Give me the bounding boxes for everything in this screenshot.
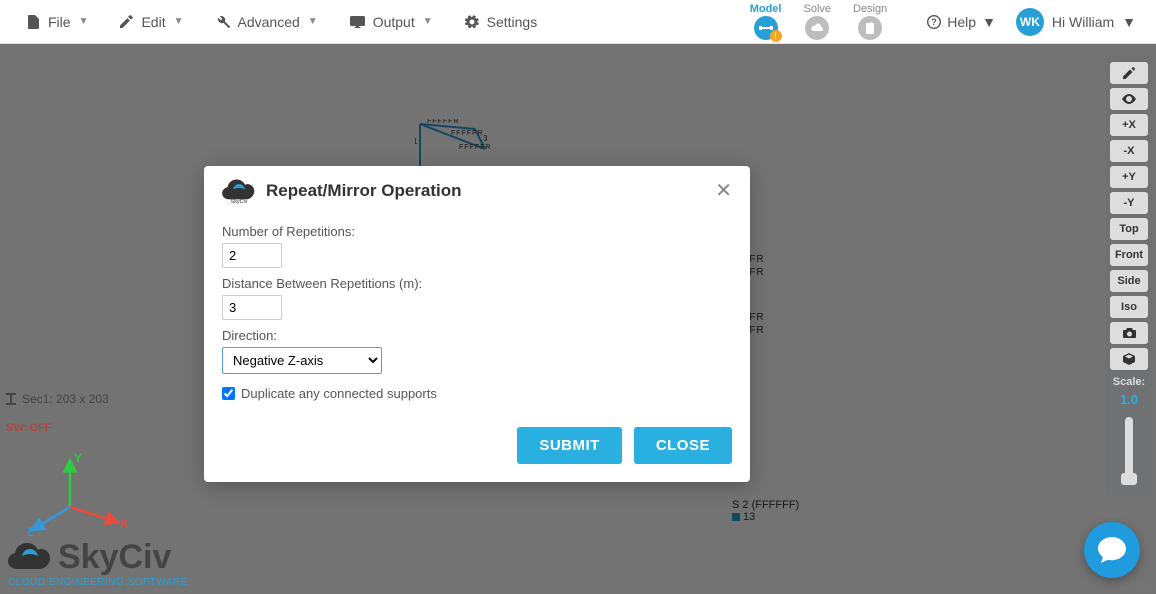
label-repetitions: Number of Repetitions: bbox=[222, 224, 732, 239]
gear-icon bbox=[465, 15, 479, 29]
ibeam-icon bbox=[6, 393, 16, 405]
cloud-icon bbox=[810, 23, 824, 33]
checkbox-duplicate-input[interactable] bbox=[222, 387, 235, 400]
checkbox-duplicate-supports[interactable]: Duplicate any connected supports bbox=[222, 386, 732, 401]
chat-icon bbox=[1098, 537, 1126, 563]
monitor-icon bbox=[350, 16, 365, 28]
tool-cube[interactable] bbox=[1110, 348, 1148, 370]
menu-edit[interactable]: Edit ▼ bbox=[104, 14, 199, 30]
skyciv-logo-icon bbox=[8, 541, 52, 575]
cube-icon bbox=[1123, 353, 1135, 365]
scale-slider[interactable] bbox=[1125, 417, 1133, 485]
checkbox-duplicate-label: Duplicate any connected supports bbox=[241, 386, 437, 401]
logo-tagline: CLOUD ENGINEERING SOFTWARE bbox=[8, 577, 188, 588]
clipboard-icon bbox=[865, 22, 875, 34]
menu-file[interactable]: File ▼ bbox=[12, 14, 104, 30]
close-modal-button[interactable]: CLOSE bbox=[634, 427, 732, 464]
chevron-down-icon: ▼ bbox=[308, 16, 318, 27]
top-menubar: File ▼ Edit ▼ Advanced ▼ Output ▼ Settin… bbox=[0, 0, 1156, 44]
pencil-icon bbox=[120, 15, 133, 28]
user-menu[interactable]: WK Hi William ▼ bbox=[1008, 8, 1144, 36]
help-icon: ? bbox=[927, 15, 941, 29]
submit-button[interactable]: SUBMIT bbox=[517, 427, 622, 464]
wrench-icon bbox=[216, 15, 230, 29]
slider-thumb[interactable] bbox=[1121, 473, 1137, 485]
menu-advanced-label: Advanced bbox=[238, 14, 300, 30]
version-label: v3.0.2 bbox=[1122, 580, 1152, 592]
menu-output[interactable]: Output ▼ bbox=[334, 14, 449, 30]
svg-text:SkyCiv: SkyCiv bbox=[231, 199, 248, 204]
step-solve[interactable]: Solve bbox=[803, 3, 831, 40]
sw-label: SW: OFF bbox=[6, 422, 52, 434]
view-minus-x[interactable]: -X bbox=[1110, 140, 1148, 162]
section-label: Sec1: 203 x 203 bbox=[6, 392, 109, 406]
pencil-icon bbox=[1123, 67, 1135, 79]
label-direction: Direction: bbox=[222, 328, 732, 343]
right-toolbar: +X -X +Y -Y Top Front Side Iso Scale: 1.… bbox=[1106, 56, 1152, 497]
eye-icon bbox=[1122, 94, 1136, 104]
view-plus-y[interactable]: +Y bbox=[1110, 166, 1148, 188]
step-model[interactable]: Model ! bbox=[750, 3, 782, 40]
svg-text:?: ? bbox=[932, 17, 938, 27]
avatar: WK bbox=[1016, 8, 1044, 36]
chevron-down-icon: ▼ bbox=[174, 16, 184, 27]
modal-title: Repeat/Mirror Operation bbox=[266, 181, 462, 201]
close-button[interactable]: ✕ bbox=[715, 181, 732, 201]
menu-help-label: Help bbox=[947, 14, 976, 30]
chevron-down-icon: ▼ bbox=[982, 14, 996, 30]
tool-pencil[interactable] bbox=[1110, 62, 1148, 84]
chat-button[interactable] bbox=[1084, 522, 1140, 578]
menu-advanced[interactable]: Advanced ▼ bbox=[200, 14, 334, 30]
input-distance[interactable] bbox=[222, 295, 282, 320]
view-plus-x[interactable]: +X bbox=[1110, 114, 1148, 136]
view-front[interactable]: Front bbox=[1110, 244, 1148, 266]
step-design[interactable]: Design bbox=[853, 3, 887, 40]
menu-help[interactable]: ? Help ▼ bbox=[915, 14, 1008, 30]
input-repetitions[interactable] bbox=[222, 243, 282, 268]
chevron-down-icon: ▼ bbox=[1122, 14, 1136, 30]
scale-value: 1.0 bbox=[1110, 392, 1148, 407]
file-icon bbox=[28, 15, 40, 29]
svg-text:X: X bbox=[120, 517, 128, 531]
tool-camera[interactable] bbox=[1110, 322, 1148, 344]
menu-file-label: File bbox=[48, 14, 71, 30]
camera-icon bbox=[1123, 328, 1136, 338]
user-greeting: Hi William bbox=[1052, 14, 1114, 30]
menu-edit-label: Edit bbox=[141, 14, 165, 30]
menu-settings[interactable]: Settings bbox=[449, 14, 554, 30]
view-minus-y[interactable]: -Y bbox=[1110, 192, 1148, 214]
skyciv-logo-icon: SkyCiv bbox=[222, 178, 256, 204]
logo: SkyCiv CLOUD ENGINEERING SOFTWARE bbox=[8, 538, 188, 588]
view-top[interactable]: Top bbox=[1110, 218, 1148, 240]
step-design-label: Design bbox=[853, 3, 887, 15]
select-direction[interactable]: Negative Z-axis bbox=[222, 347, 382, 374]
repeat-mirror-modal: SkyCiv Repeat/Mirror Operation ✕ Number … bbox=[204, 166, 750, 482]
view-side[interactable]: Side bbox=[1110, 270, 1148, 292]
tool-eye[interactable] bbox=[1110, 88, 1148, 110]
step-model-label: Model bbox=[750, 3, 782, 15]
view-iso[interactable]: Iso bbox=[1110, 296, 1148, 318]
workflow-steps: Model ! Solve Design bbox=[750, 3, 888, 40]
menu-output-label: Output bbox=[373, 14, 415, 30]
menu-settings-label: Settings bbox=[487, 14, 538, 30]
step-solve-label: Solve bbox=[803, 3, 831, 15]
svg-text:Z: Z bbox=[28, 525, 33, 539]
chevron-down-icon: ▼ bbox=[79, 16, 89, 27]
chevron-down-icon: ▼ bbox=[423, 16, 433, 27]
scale-label: Scale: bbox=[1110, 376, 1148, 388]
svg-text:Y: Y bbox=[74, 452, 82, 465]
label-distance: Distance Between Repetitions (m): bbox=[222, 276, 732, 291]
warning-badge-icon: ! bbox=[770, 30, 782, 42]
axis-gizmo: Y X Z bbox=[28, 452, 128, 542]
